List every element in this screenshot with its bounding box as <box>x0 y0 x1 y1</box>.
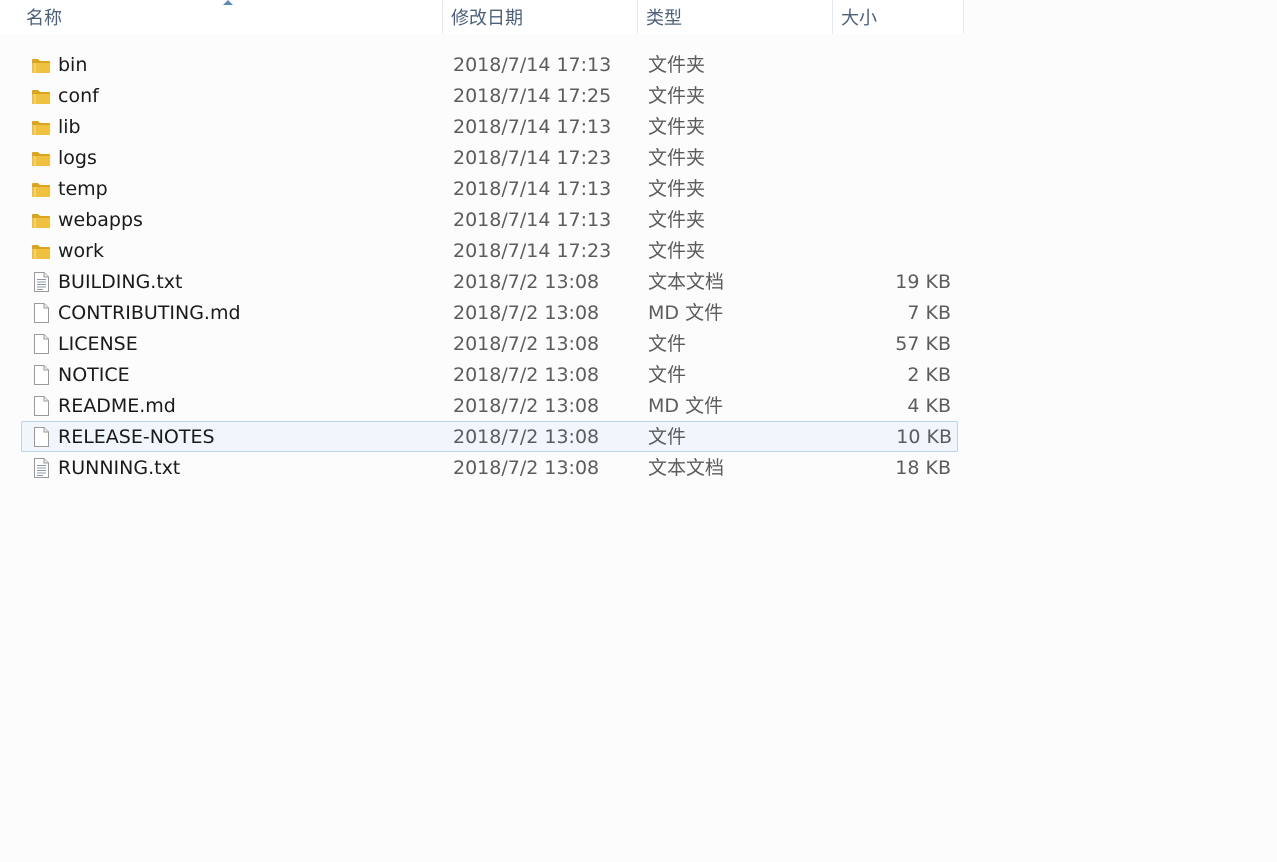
file-name: CONTRIBUTING.md <box>58 302 241 324</box>
file-type: MD 文件 <box>648 302 724 324</box>
file-row-selected[interactable]: RELEASE-NOTES 2018/7/2 13:08 文件 10 KB <box>21 421 958 452</box>
file-type: 文件 <box>648 364 687 386</box>
file-modified-date: 2018/7/2 13:08 <box>453 271 600 293</box>
file-row[interactable]: LICENSE 2018/7/2 13:08 文件 57 KB <box>0 328 958 359</box>
folder-icon <box>30 147 52 169</box>
file-size: 4 KB <box>907 395 951 417</box>
file-size: 2 KB <box>907 364 951 386</box>
file-modified-date: 2018/7/2 13:08 <box>453 364 600 386</box>
file-row[interactable]: conf 2018/7/14 17:25 文件夹 <box>0 80 958 111</box>
file-modified-date: 2018/7/14 17:23 <box>453 147 612 169</box>
file-type: 文件夹 <box>648 54 706 76</box>
file-icon <box>30 426 52 448</box>
file-row[interactable]: CONTRIBUTING.md 2018/7/2 13:08 MD 文件 7 K… <box>0 297 958 328</box>
column-header-date[interactable]: 修改日期 <box>443 0 638 34</box>
file-modified-date: 2018/7/2 13:08 <box>453 457 600 479</box>
column-header-type[interactable]: 类型 <box>638 0 833 34</box>
folder-icon <box>30 116 52 138</box>
column-header-size[interactable]: 大小 <box>833 0 964 34</box>
file-name: logs <box>58 147 97 169</box>
file-icon <box>30 333 52 355</box>
file-type: 文本文档 <box>648 271 725 293</box>
file-modified-date: 2018/7/14 17:13 <box>453 209 612 231</box>
file-row[interactable]: bin 2018/7/14 17:13 文件夹 <box>0 49 958 80</box>
file-row[interactable]: RUNNING.txt 2018/7/2 13:08 文本文档 18 KB <box>0 452 958 483</box>
file-row[interactable]: README.md 2018/7/2 13:08 MD 文件 4 KB <box>0 390 958 421</box>
file-modified-date: 2018/7/14 17:23 <box>453 240 612 262</box>
file-name: LICENSE <box>58 333 138 355</box>
file-size: 10 KB <box>896 426 952 448</box>
file-type: 文件夹 <box>648 178 706 200</box>
file-modified-date: 2018/7/2 13:08 <box>453 426 600 448</box>
file-row[interactable]: webapps 2018/7/14 17:13 文件夹 <box>0 204 958 235</box>
file-row[interactable]: NOTICE 2018/7/2 13:08 文件 2 KB <box>0 359 958 390</box>
folder-icon <box>30 85 52 107</box>
folder-icon <box>30 178 52 200</box>
file-row[interactable]: BUILDING.txt 2018/7/2 13:08 文本文档 19 KB <box>0 266 958 297</box>
file-type: 文件夹 <box>648 116 706 138</box>
file-modified-date: 2018/7/2 13:08 <box>453 333 600 355</box>
file-size: 19 KB <box>895 271 951 293</box>
folder-icon <box>30 54 52 76</box>
file-icon <box>30 364 52 386</box>
file-row[interactable]: logs 2018/7/14 17:23 文件夹 <box>0 142 958 173</box>
file-list: bin 2018/7/14 17:13 文件夹 conf 2018/7/14 1… <box>0 49 964 483</box>
file-size: 7 KB <box>907 302 951 324</box>
file-modified-date: 2018/7/14 17:13 <box>453 54 612 76</box>
file-name: NOTICE <box>58 364 130 386</box>
file-icon <box>30 302 52 324</box>
file-name: RUNNING.txt <box>58 457 181 479</box>
file-name: BUILDING.txt <box>58 271 183 293</box>
file-explorer: 名称 修改日期 类型 大小 bin 2018/7/14 17:13 文件夹 co… <box>0 0 1277 862</box>
file-modified-date: 2018/7/14 17:13 <box>453 178 612 200</box>
file-name: temp <box>58 178 108 200</box>
file-modified-date: 2018/7/2 13:08 <box>453 302 600 324</box>
text-document-icon <box>30 457 52 479</box>
file-icon <box>30 395 52 417</box>
file-name: conf <box>58 85 99 107</box>
file-name: README.md <box>58 395 176 417</box>
file-type: MD 文件 <box>648 395 724 417</box>
file-row[interactable]: lib 2018/7/14 17:13 文件夹 <box>0 111 958 142</box>
file-type: 文本文档 <box>648 457 725 479</box>
column-header: 名称 修改日期 类型 大小 <box>0 0 964 34</box>
column-header-name[interactable]: 名称 <box>18 0 443 34</box>
file-type: 文件夹 <box>648 147 706 169</box>
sort-ascending-icon <box>223 0 233 5</box>
file-name: bin <box>58 54 88 76</box>
file-modified-date: 2018/7/14 17:25 <box>453 85 612 107</box>
file-type: 文件夹 <box>648 240 706 262</box>
file-name: RELEASE-NOTES <box>58 426 215 448</box>
file-row[interactable]: work 2018/7/14 17:23 文件夹 <box>0 235 958 266</box>
file-name: webapps <box>58 209 143 231</box>
file-name: work <box>58 240 104 262</box>
file-size: 57 KB <box>895 333 951 355</box>
folder-icon <box>30 209 52 231</box>
file-type: 文件夹 <box>648 85 706 107</box>
file-type: 文件 <box>648 426 687 448</box>
file-type: 文件夹 <box>648 209 706 231</box>
file-name: lib <box>58 116 81 138</box>
file-row[interactable]: temp 2018/7/14 17:13 文件夹 <box>0 173 958 204</box>
file-size: 18 KB <box>895 457 951 479</box>
text-document-icon <box>30 271 52 293</box>
folder-icon <box>30 240 52 262</box>
file-type: 文件 <box>648 333 687 355</box>
file-modified-date: 2018/7/14 17:13 <box>453 116 612 138</box>
file-modified-date: 2018/7/2 13:08 <box>453 395 600 417</box>
